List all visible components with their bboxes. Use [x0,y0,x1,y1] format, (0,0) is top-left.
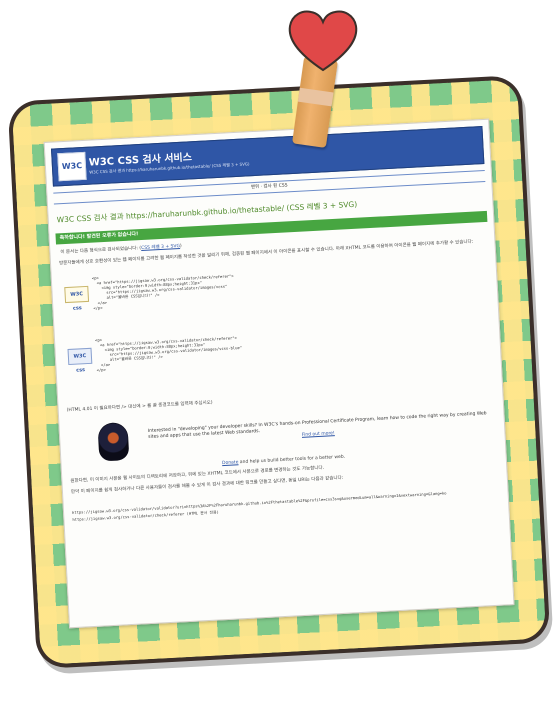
validator-page: W3C W3C CSS 검사 서비스 W3C CSS 검사 결과 https:/… [43,118,515,629]
promo-image[interactable] [97,422,130,462]
valid-css-badge[interactable]: W3C css [64,285,90,312]
profile-line-prefix: 이 문서는 다음 형식으로 검사되었습니다: [60,246,139,256]
heart-icon [288,10,358,72]
w3c-logo[interactable]: W3C [57,151,87,182]
scrapbook-board: W3C W3C CSS 검사 서비스 W3C CSS 검사 결과 https:/… [11,79,547,665]
profile-link[interactable]: CSS 레벨 3 + SVG [141,244,180,251]
badge-example-blue: W3C css <p> <a href="https://jigsaw.w3.o… [63,315,493,377]
badge-code-blue: <p> <a href="https://jigsaw.w3.org/css-v… [94,335,243,373]
promo-text: Interested in "developing" your develope… [148,411,488,447]
donate-link[interactable]: Donate [222,460,239,466]
valid-css-badge-blue[interactable]: W3C css [67,347,93,374]
badge-code: <p> <a href="https://jigsaw.w3.org/css-v… [91,273,234,311]
